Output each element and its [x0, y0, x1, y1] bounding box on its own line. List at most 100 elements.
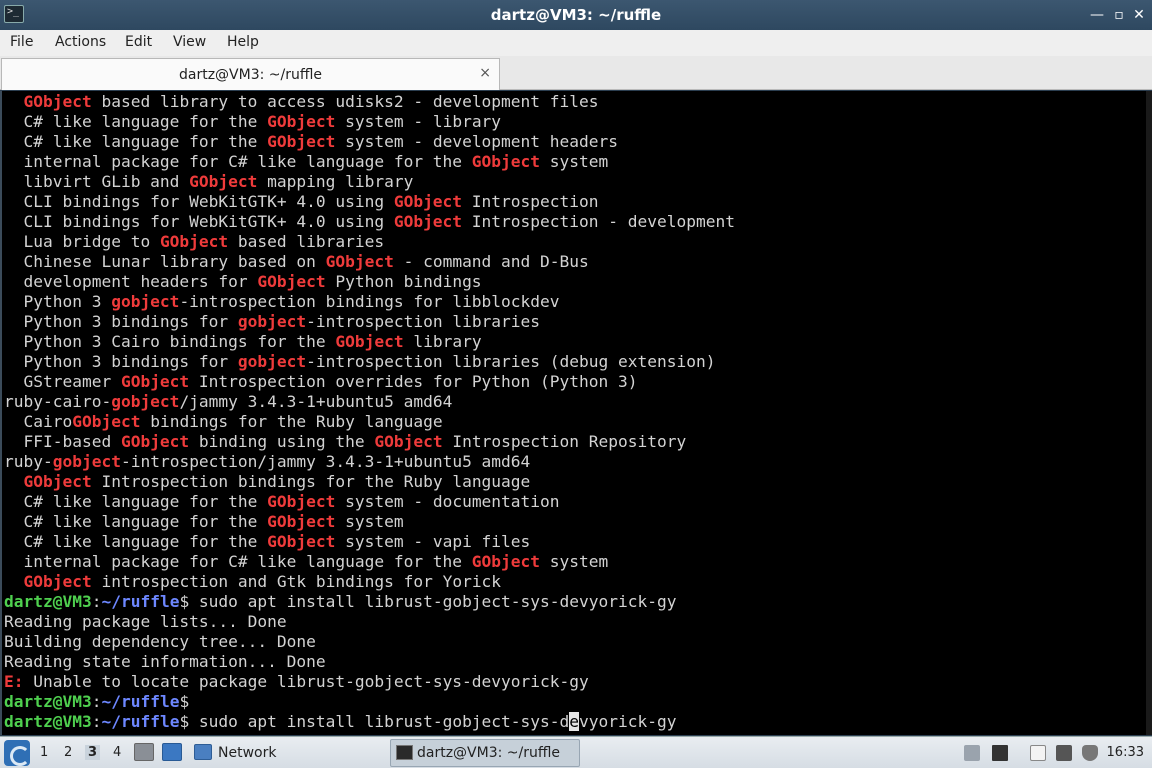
terminal-text-segment: based library to access udisks2 - develo… [91, 92, 599, 111]
terminal-text-segment: GObject [325, 252, 394, 271]
terminal-text-segment: introspection and Gtk bindings for Yoric… [91, 572, 502, 591]
terminal-text-segment: GObject [257, 272, 326, 291]
window-title: dartz@VM3: ~/ruffle [490, 6, 662, 24]
terminal-text-segment: Chinese Lunar library based on [4, 252, 326, 271]
terminal-line: CLI bindings for WebKitGTK+ 4.0 using GO… [4, 192, 735, 212]
terminal-text-segment: internal package for C# like language fo… [4, 152, 472, 171]
terminal-line: E: Unable to locate package librust-gobj… [4, 672, 735, 692]
terminal-text-segment: ~/ruffle [101, 712, 180, 731]
workspace-2[interactable]: 2 [64, 745, 72, 760]
volume-icon[interactable] [992, 745, 1008, 761]
terminal-scrollbar[interactable] [1146, 91, 1152, 735]
clipboard-icon[interactable] [1030, 745, 1046, 761]
terminal-output[interactable]: GObject based library to access udisks2 … [0, 91, 1152, 735]
terminal-line: Reading package lists... Done [4, 612, 735, 632]
network-icon[interactable] [1056, 745, 1072, 761]
menu-edit[interactable]: Edit [125, 34, 152, 50]
tray-up-icon[interactable] [964, 745, 980, 761]
menu-help[interactable]: Help [227, 34, 259, 50]
terminal-text-segment: system - library [335, 112, 502, 131]
terminal-line: CLI bindings for WebKitGTK+ 4.0 using GO… [4, 212, 734, 232]
terminal-text-segment: Python 3 bindings for [4, 312, 238, 331]
terminal-text-segment: /jammy 3.4.3-1+ubuntu5 amd64 [179, 392, 453, 411]
folder-icon[interactable] [194, 744, 212, 760]
workspace-1[interactable]: 1 [40, 745, 48, 760]
terminal-text-segment: GObject [72, 412, 141, 431]
terminal-text-segment: Python 3 bindings for [4, 352, 238, 371]
terminal-icon [396, 745, 413, 760]
terminal-text-segment: Introspection bindings for the Ruby lang… [91, 472, 531, 491]
terminal-text-segment: ~/ruffle [101, 592, 180, 611]
terminal-text-segment: ~/ruffle [101, 692, 180, 711]
terminal-line: dartz@VM3:~/ruffle$ sudo apt install lib… [4, 592, 735, 612]
terminal-text-segment: based libraries [228, 232, 385, 251]
maximize-button[interactable]: ▫ [1108, 5, 1130, 25]
terminal-text-segment: Introspection Repository [442, 432, 687, 451]
terminal-text-segment: Reading package lists... Done [4, 612, 287, 631]
terminal-line: GObject Introspection bindings for the R… [4, 472, 735, 492]
close-window-button[interactable]: ✕ [1128, 5, 1150, 25]
terminal-text-segment: GObject [335, 332, 404, 351]
terminal-text-segment: GStreamer [4, 372, 121, 391]
terminal-text-segment: C# like language for the [4, 532, 268, 551]
terminal-line: C# like language for the GObject system [4, 512, 735, 532]
desktop-icon[interactable] [134, 743, 154, 761]
terminal-text-segment: library [403, 332, 482, 351]
menu-view[interactable]: View [173, 34, 206, 50]
workspace-3[interactable]: 3 [85, 745, 101, 760]
terminal-text-segment: gobject [111, 292, 180, 311]
terminal-text-segment: -introspection libraries [306, 312, 541, 331]
menu-actions[interactable]: Actions [55, 34, 106, 50]
terminal-text-segment: : [91, 592, 102, 611]
tab-close-icon[interactable]: × [479, 65, 491, 81]
terminal-text-segment: libvirt GLib and [4, 172, 190, 191]
terminal-task-button[interactable]: dartz@VM3: ~/ruffle [390, 739, 580, 767]
terminal-text-segment: gobject [237, 352, 307, 371]
terminal-text-segment: development headers for [4, 272, 258, 291]
terminal-line: Python 3 Cairo bindings for the GObject … [4, 332, 735, 352]
terminal-text-segment: -introspection/jammy 3.4.3-1+ubuntu5 amd… [120, 452, 531, 471]
terminal-text-segment: GObject [471, 152, 541, 171]
terminal-text-segment: : [91, 692, 102, 711]
terminal-text-segment: GObject [120, 372, 190, 391]
terminal-text-segment: gobject [52, 452, 121, 471]
tab-bar: dartz@VM3: ~/ruffle × [0, 56, 1152, 90]
terminal-text-segment: GObject [267, 112, 336, 131]
terminal-text-segment: : [91, 712, 102, 731]
terminal-text-segment: Introspection overrides for Python (Pyth… [189, 372, 638, 391]
terminal-text-segment: GObject [189, 172, 258, 191]
shield-icon[interactable] [1082, 745, 1098, 761]
terminal-text-segment: C# like language for the [4, 512, 268, 531]
terminal-text-segment: $ sudo apt install librust-gobject-sys-d [179, 712, 570, 731]
terminal-line: C# like language for the GObject system … [4, 132, 735, 152]
tab-terminal[interactable]: dartz@VM3: ~/ruffle × [1, 58, 500, 90]
workspace-4[interactable]: 4 [113, 745, 121, 760]
terminal-text-segment: GObject [159, 232, 229, 251]
terminal-line: internal package for C# like language fo… [4, 552, 735, 572]
terminal-text-segment: Unable to locate package librust-gobject… [23, 672, 589, 691]
terminal-text-segment: $ [179, 692, 190, 711]
terminal-line: C# like language for the GObject system … [4, 492, 735, 512]
terminal-text-segment: Python 3 Cairo bindings for the [4, 332, 336, 351]
terminal-text-segment: dartz@VM3 [4, 712, 92, 731]
terminal-task-label: dartz@VM3: ~/ruffle [417, 745, 561, 761]
terminal-text-segment: gobject [111, 392, 180, 411]
menu-bar: File Actions Edit View Help [0, 30, 1152, 56]
minimize-button[interactable]: — [1086, 5, 1108, 25]
menu-file[interactable]: File [10, 34, 33, 50]
clock[interactable]: 16:33 [1107, 745, 1144, 760]
terminal-line: Python 3 gobject-introspection bindings … [4, 292, 735, 312]
terminal-text-segment: C# like language for the [4, 112, 268, 131]
terminal-text-segment: GObject [374, 432, 443, 451]
file-manager-icon[interactable] [162, 743, 182, 761]
start-menu-icon[interactable] [4, 740, 30, 766]
terminal-line: dartz@VM3:~/ruffle$ sudo apt install lib… [4, 712, 735, 732]
terminal-text-segment: gobject [237, 312, 307, 331]
terminal-text-segment: C# like language for the [4, 132, 268, 151]
terminal-text-segment: GObject [267, 132, 336, 151]
terminal-text-segment: GObject [120, 432, 190, 451]
terminal-text-segment: mapping library [257, 172, 414, 191]
terminal-text-segment: system [335, 512, 404, 531]
network-folder-task[interactable]: Network [218, 745, 276, 761]
terminal-line: C# like language for the GObject system … [4, 532, 735, 552]
